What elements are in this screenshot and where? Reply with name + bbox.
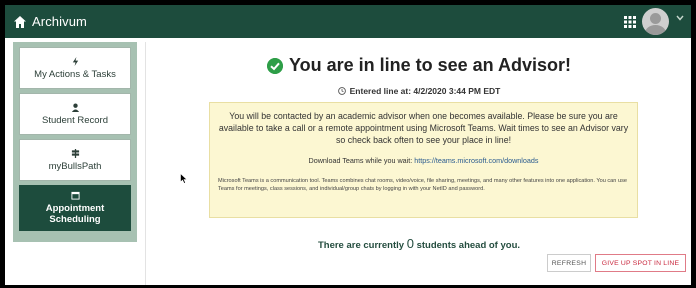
headline-text: You are in line to see an Advisor! (288, 55, 572, 75)
teams-description: Microsoft Teams is a communication tool.… (218, 178, 627, 192)
top-nav-bar: Archivum (5, 5, 691, 38)
queue-count: 0 (406, 236, 414, 251)
user-icon (71, 103, 79, 112)
signpost-icon (71, 148, 79, 158)
queue-prefix: There are currently (317, 240, 405, 251)
main-content: You are in line to see an Advisor! Enter… (145, 42, 691, 285)
download-prefix: Download Teams while you wait: (308, 156, 413, 165)
avatar-body (645, 25, 666, 35)
user-avatar[interactable] (642, 8, 669, 35)
queue-suffix: students ahead of you. (416, 240, 521, 251)
sidebar-nav: My Actions & Tasks Student Record myBull… (13, 42, 137, 242)
refresh-button[interactable]: REFRESH (547, 254, 591, 272)
sidebar-item-mybullspath[interactable]: myBullsPath (19, 139, 131, 181)
avatar-head (650, 13, 661, 24)
sidebar-item-label: myBullsPath (48, 160, 102, 172)
home-icon[interactable] (13, 15, 27, 29)
entered-line-timestamp: Entered line at: 4/2/2020 3:44 PM EDT (146, 86, 691, 96)
sidebar-item-appointment-scheduling[interactable]: Appointment Scheduling (19, 185, 131, 231)
app-title[interactable]: Archivum (32, 14, 87, 29)
teams-download-link[interactable]: https://teams.microsoft.com/downloads (414, 156, 538, 165)
chevron-down-icon[interactable] (675, 13, 685, 23)
check-circle-icon (266, 57, 283, 74)
give-up-spot-button[interactable]: GIVE UP SPOT IN LINE (595, 254, 686, 272)
info-notice-box: You will be contacted by an academic adv… (209, 102, 638, 218)
sidebar-item-label: My Actions & Tasks (34, 68, 116, 80)
sidebar-item-my-actions[interactable]: My Actions & Tasks (19, 47, 131, 89)
apps-grid-icon[interactable] (624, 16, 636, 28)
calendar-icon (70, 191, 80, 200)
queue-status: There are currently 0 students ahead of … (146, 236, 691, 251)
bolt-icon (72, 56, 78, 66)
mouse-cursor-icon (180, 173, 188, 184)
app-window: Archivum My Actions & Tasks Student Reco… (5, 5, 691, 285)
notice-paragraph: You will be contacted by an academic adv… (218, 111, 629, 145)
download-teams-line: Download Teams while you wait: https://t… (218, 156, 629, 165)
sidebar-item-label: Appointment Scheduling (45, 203, 105, 225)
entered-line-text: Entered line at: 4/2/2020 3:44 PM EDT (349, 86, 501, 96)
sidebar-item-label: Student Record (41, 114, 108, 126)
clock-icon (337, 87, 346, 95)
page-title: You are in line to see an Advisor! (146, 55, 691, 76)
sidebar-item-student-record[interactable]: Student Record (19, 93, 131, 135)
